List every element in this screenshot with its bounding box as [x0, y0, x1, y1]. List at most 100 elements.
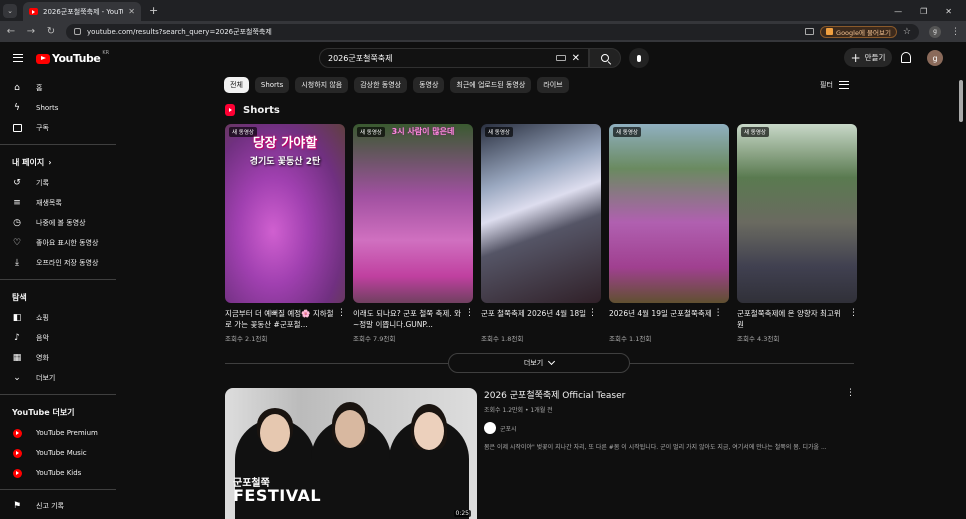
back-icon[interactable]: ←: [6, 26, 16, 37]
sidebar-item-more[interactable]: ⌄ 더보기: [0, 368, 116, 388]
reload-icon[interactable]: ↻: [46, 26, 56, 37]
clear-search-icon[interactable]: ✕: [572, 53, 580, 64]
more-actions-icon[interactable]: ⋮: [465, 308, 474, 343]
chip-unwatched[interactable]: 시청하지 않음: [295, 77, 349, 93]
restore-icon[interactable]: ❐: [920, 7, 927, 16]
chip-watched[interactable]: 감상한 동영상: [354, 77, 408, 93]
browser-menu-icon[interactable]: ⋮: [951, 27, 960, 37]
sidebar-item-shopping[interactable]: ◧ 쇼핑: [0, 308, 116, 328]
search-filters-button[interactable]: 필터: [820, 80, 849, 90]
video-more-actions-icon[interactable]: ⋮: [846, 388, 855, 401]
youtube-logo[interactable]: YouTube KR: [36, 50, 109, 65]
sidebar-item-kids[interactable]: YouTube Kids: [0, 463, 116, 483]
more-actions-icon[interactable]: ⋮: [337, 308, 346, 343]
short-title[interactable]: 군포철쭉축제에 온 양향자 최고위원: [737, 308, 847, 330]
window-controls: — ❐ ✕: [894, 7, 966, 21]
channel-link[interactable]: 군포시: [484, 422, 854, 434]
page-scrollbar[interactable]: [958, 76, 964, 519]
chip-recently-uploaded[interactable]: 최근에 업로드된 동영상: [450, 77, 532, 93]
person-face: [260, 414, 290, 452]
sidebar-header-label: YouTube 더보기: [12, 407, 75, 417]
sidebar-divider: [0, 489, 116, 490]
short-card[interactable]: 새 동영상 2026년 4월 19일 군포철쭉축제 조회수 1.1천회 ⋮: [609, 124, 729, 343]
account-avatar[interactable]: g: [927, 50, 943, 66]
sidebar-item-movies[interactable]: ▦ 영화: [0, 348, 116, 368]
chip-live[interactable]: 라이브: [537, 77, 569, 93]
google-lens-icon: [826, 28, 834, 35]
scrollbar-thumb[interactable]: [959, 80, 963, 122]
guide-sidebar: ⌂ 홈 ϟ Shorts 구독 내 페이지 › ↺ 기록 ≡ 재생목록 ◷ 나중에 볼 동영…: [0, 76, 116, 519]
guide-menu-icon[interactable]: [13, 54, 23, 62]
cast-icon[interactable]: [805, 28, 815, 35]
more-actions-icon[interactable]: ⋮: [849, 308, 858, 343]
channel-name[interactable]: 군포시: [500, 424, 517, 433]
short-title[interactable]: 이래도 되나요? 군포 철쭉 축제. 와~정말 이쁩니다.GUNP...: [353, 308, 463, 330]
sidebar-item-playlists[interactable]: ≡ 재생목록: [0, 193, 116, 213]
video-title[interactable]: 2026 군포철쭉축제 Official Teaser: [484, 388, 625, 401]
more-actions-icon[interactable]: ⋮: [714, 308, 723, 343]
sidebar-item-history[interactable]: ↺ 기록: [0, 173, 116, 193]
notifications-bell-icon[interactable]: [900, 51, 912, 64]
sidebar-label: 신고 기록: [36, 502, 64, 510]
sidebar-item-music-app[interactable]: YouTube Music: [0, 443, 116, 463]
short-thumbnail[interactable]: 새 동영상: [481, 124, 601, 303]
short-thumbnail[interactable]: 새 동영상: [737, 124, 857, 303]
short-card[interactable]: 새 동영상 당장 가야할 경기도 꽃동산 2탄 지금부터 더 예뻐질 예정🌸 지…: [225, 124, 346, 343]
search-input[interactable]: 2026군포철쭉축제 ✕: [319, 48, 589, 68]
chip-videos[interactable]: 동영상: [413, 77, 445, 93]
sidebar-label: 나중에 볼 동영상: [36, 219, 86, 227]
video-thumbnail[interactable]: 군포철쭉 FESTIVAL 0:25: [225, 388, 477, 519]
site-info-icon[interactable]: [74, 28, 81, 35]
sidebar-item-music[interactable]: ♪ 음악: [0, 328, 116, 348]
new-tab-button[interactable]: +: [149, 4, 158, 17]
short-thumbnail[interactable]: 새 동영상: [609, 124, 729, 303]
ask-google-button[interactable]: Google에 물어보기: [820, 25, 897, 38]
forward-icon[interactable]: →: [26, 26, 36, 37]
short-thumbnail[interactable]: 새 동영상 당장 가야할 경기도 꽃동산 2탄: [225, 124, 345, 303]
short-thumbnail[interactable]: 새 동영상 3시 사람이 많은데: [353, 124, 473, 303]
browser-tab-youtube[interactable]: 2026군포철쭉축제 - YouTube ✕: [23, 2, 141, 21]
shorts-shelf-title: Shorts: [243, 104, 280, 116]
short-title[interactable]: 2026년 4월 19일 군포철쭉축제: [609, 308, 712, 330]
chip-all[interactable]: 전체: [224, 77, 249, 93]
short-card[interactable]: 새 동영상 3시 사람이 많은데 이래도 되나요? 군포 철쭉 축제. 와~정말…: [353, 124, 474, 343]
minimize-icon[interactable]: —: [894, 7, 902, 16]
chevron-down-icon: [548, 357, 556, 366]
keyboard-icon[interactable]: [555, 55, 566, 61]
close-window-icon[interactable]: ✕: [945, 7, 952, 16]
sidebar-item-report-history[interactable]: ⚑ 신고 기록: [0, 496, 116, 516]
sidebar-item-liked[interactable]: ♡ 좋아요 표시한 동영상: [0, 233, 116, 253]
sidebar-item-subscriptions[interactable]: 구독: [0, 118, 116, 138]
shorts-shelf: 새 동영상 당장 가야할 경기도 꽃동산 2탄 지금부터 더 예뻐질 예정🌸 지…: [225, 124, 858, 343]
tab-search-dropdown[interactable]: ⌄: [3, 4, 17, 18]
address-bar[interactable]: youtube.com/results?search_query=2026군포철…: [66, 23, 919, 40]
short-card[interactable]: 새 동영상 군포 철쭉축제 2026년 4월 18일 조회수 1.8천회 ⋮: [481, 124, 601, 343]
short-title[interactable]: 지금부터 더 예뻐질 예정🌸 지하철로 가는 꽃동산 #군포철...: [225, 308, 335, 330]
shorts-icon: ϟ: [14, 103, 20, 113]
short-views: 조회수 4.3천회: [737, 335, 780, 343]
tab-close-icon[interactable]: ✕: [128, 7, 135, 16]
sidebar-header-my-page[interactable]: 내 페이지 ›: [0, 151, 116, 173]
sidebar-item-premium[interactable]: YouTube Premium: [0, 423, 116, 443]
bookmark-star-icon[interactable]: ☆: [903, 27, 911, 37]
search-button[interactable]: [589, 48, 621, 68]
youtube-favicon-icon: [29, 8, 38, 15]
sidebar-item-shorts[interactable]: ϟ Shorts: [0, 98, 116, 118]
sidebar-item-watch-later[interactable]: ◷ 나중에 볼 동영상: [0, 213, 116, 233]
new-video-badge: 새 동영상: [485, 127, 513, 137]
chevron-down-icon: ⌄: [13, 373, 21, 383]
filter-label: 필터: [820, 81, 833, 89]
sidebar-label: 재생목록: [36, 199, 62, 207]
browser-profile-avatar[interactable]: g: [929, 25, 941, 38]
chip-shorts[interactable]: Shorts: [254, 77, 290, 93]
create-button[interactable]: + 만들기: [844, 48, 892, 67]
sidebar-header-explore: 탐색: [0, 286, 116, 308]
sidebar-item-downloads[interactable]: ⤓ 오프라인 저장 동영상: [0, 253, 116, 273]
short-card[interactable]: 새 동영상 군포철쭉축제에 온 양향자 최고위원 조회수 4.3천회 ⋮: [737, 124, 858, 343]
short-title[interactable]: 군포 철쭉축제 2026년 4월 18일: [481, 308, 586, 330]
voice-search-button[interactable]: [629, 48, 649, 68]
more-actions-icon[interactable]: ⋮: [588, 308, 597, 343]
sidebar-item-home[interactable]: ⌂ 홈: [0, 78, 116, 98]
channel-avatar[interactable]: [484, 422, 496, 434]
show-more-button[interactable]: 더보기: [448, 353, 630, 373]
